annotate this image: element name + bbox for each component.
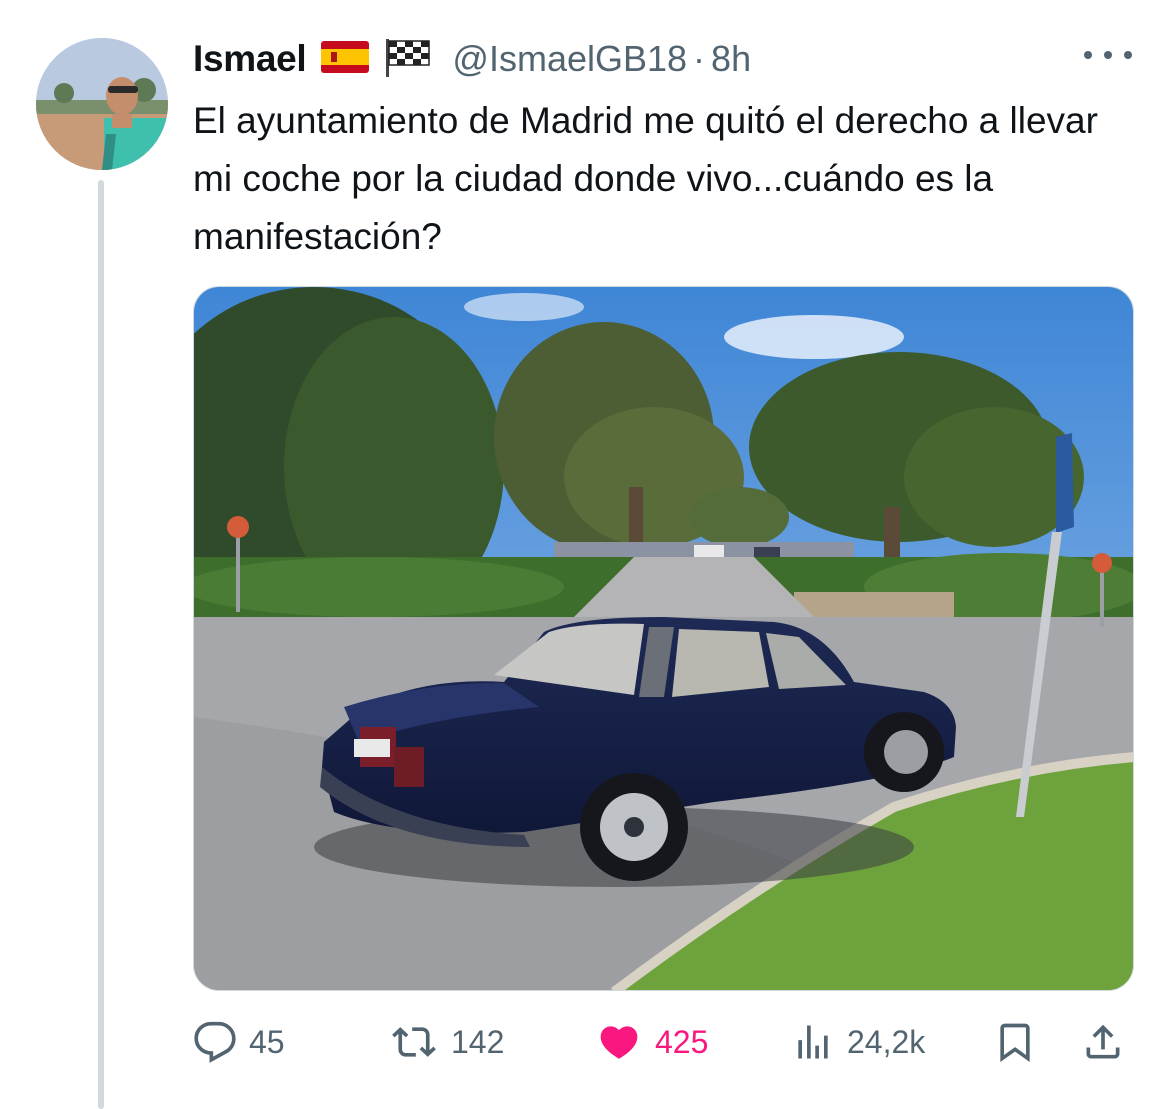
flag-spain-icon — [320, 40, 370, 79]
separator-dot: · — [693, 38, 706, 79]
views-icon — [791, 1020, 835, 1064]
thread-line — [98, 180, 104, 1109]
checkered-flag-icon — [382, 37, 431, 82]
views-button[interactable]: 24,2k — [791, 1012, 925, 1072]
tweet-photo[interactable] — [193, 286, 1134, 991]
display-name[interactable]: Ismael — [193, 38, 307, 80]
avatar[interactable] — [36, 38, 168, 170]
car-photo — [194, 287, 1133, 990]
share-icon — [1081, 1018, 1125, 1066]
reply-count: 45 — [249, 1023, 285, 1060]
more-icon[interactable] — [1084, 40, 1132, 70]
tweet-text: El ayuntamiento de Madrid me quitó el de… — [193, 100, 1098, 257]
retweet-count: 142 — [451, 1023, 505, 1060]
retweet-icon — [389, 1020, 439, 1064]
reply-button[interactable]: 45 — [193, 1012, 285, 1072]
tweet-header: Ismael @IsmaelGB18 · 8h — [193, 34, 751, 84]
tweet: Ismael @IsmaelGB18 · 8h El ayuntamiento … — [0, 0, 1170, 1109]
timestamp[interactable]: 8h — [711, 38, 751, 80]
author-handle[interactable]: @IsmaelGB18 — [452, 38, 687, 80]
views-count: 24,2k — [847, 1023, 926, 1060]
share-button[interactable] — [1081, 1012, 1125, 1072]
reply-icon — [193, 1020, 237, 1064]
bookmark-button[interactable] — [993, 1012, 1037, 1072]
heart-icon — [595, 1020, 643, 1064]
retweet-button[interactable]: 142 — [389, 1012, 504, 1072]
bookmark-icon — [993, 1018, 1037, 1066]
tweet-actions: 45 142 425 24,2k — [193, 1012, 1138, 1072]
like-button[interactable]: 425 — [595, 1012, 708, 1072]
like-count: 425 — [655, 1023, 709, 1060]
